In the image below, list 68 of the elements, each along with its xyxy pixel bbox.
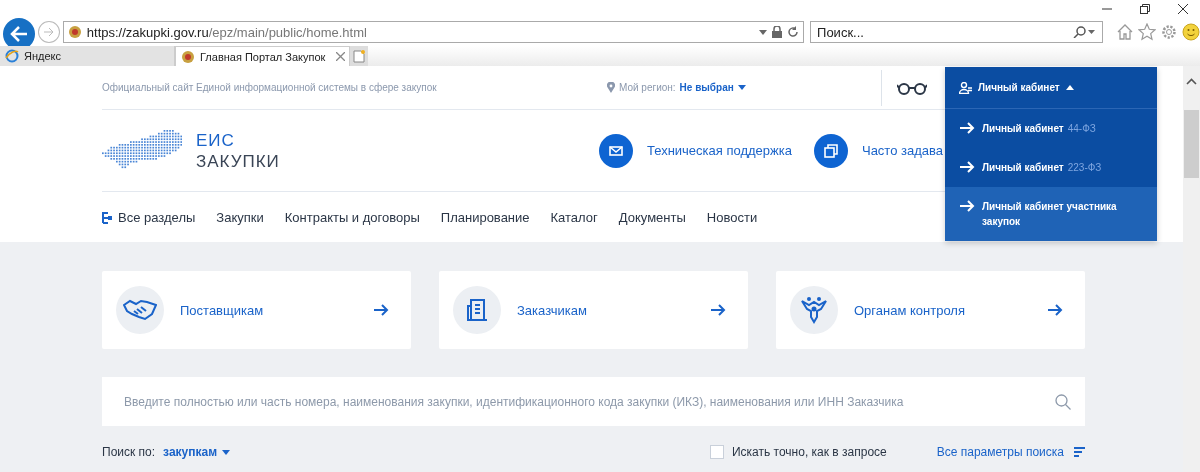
- lock-icon: [772, 26, 783, 38]
- restore-icon[interactable]: [1140, 4, 1150, 14]
- nav-link[interactable]: Планирование: [440, 209, 530, 225]
- arrow-right-icon: [959, 161, 975, 173]
- nav-link[interactable]: Контракты и договоры: [284, 209, 420, 225]
- address-bar[interactable]: https://zakupki.gov.ru/epz/main/public/home.html: [62, 21, 805, 43]
- search-by-dropdown[interactable]: закупкам: [163, 445, 231, 459]
- search-field[interactable]: Введите полностью или часть номера, наименования закупки, идентификационного кода закупки (ИКЗ), наименования или ИНН Заказчика: [102, 377, 1085, 426]
- nav-link[interactable]: Документы: [618, 209, 686, 225]
- browser-tab[interactable]: Главная Портал Закупок: [175, 46, 350, 66]
- new-page-icon: [353, 49, 365, 63]
- caret-down-icon[interactable]: [737, 85, 746, 90]
- arrow-right-icon: [710, 304, 726, 316]
- exact-checkbox[interactable]: [709, 445, 724, 459]
- scroll-up-icon[interactable]: [1186, 78, 1197, 85]
- site-tagline: Официальный сайт Единой информационной системы в сфере закупок: [102, 82, 438, 93]
- nav-link[interactable]: Каталог: [550, 209, 598, 225]
- arrow-right-icon: [373, 304, 389, 316]
- glasses-icon[interactable]: [897, 80, 927, 95]
- home-icon[interactable]: [1116, 23, 1134, 41]
- site-logo[interactable]: ЕИС ЗАКУПКИ: [196, 129, 280, 172]
- arrow-right-icon: [959, 200, 975, 212]
- search-icon[interactable]: [1072, 26, 1096, 38]
- browser-tab[interactable]: Яндекс: [0, 46, 175, 66]
- sections-icon: [102, 210, 113, 224]
- handshake-icon: [123, 299, 157, 321]
- account-menu-item[interactable]: Личный кабинет участника закупок: [945, 187, 1157, 241]
- mail-icon: [609, 145, 623, 156]
- emblem-icon: [181, 49, 195, 64]
- header-link[interactable]: Техническая поддержка: [599, 133, 792, 168]
- arrow-right-icon: [1047, 304, 1063, 316]
- dropdown-caret-icon[interactable]: [759, 29, 768, 35]
- user-icon: [959, 81, 972, 94]
- arrow-right-icon: [42, 27, 55, 37]
- emblem-icon: [67, 25, 82, 39]
- category-card[interactable]: Органам контроля: [776, 271, 1085, 349]
- caret-icon: [1065, 85, 1074, 90]
- filter-lines-icon: [1074, 447, 1085, 457]
- new-tab-button[interactable]: [350, 46, 368, 66]
- header-link[interactable]: Часто задава: [813, 133, 943, 168]
- nav-link[interactable]: Новости: [706, 209, 758, 225]
- copy-icon: [823, 143, 838, 158]
- category-card[interactable]: Поставщикам: [102, 271, 411, 349]
- settings-icon[interactable]: [1160, 23, 1178, 41]
- account-menu-button[interactable]: Личный кабинет: [945, 67, 1157, 109]
- category-card[interactable]: Заказчикам: [439, 271, 748, 349]
- all-parameters-link[interactable]: Все параметры поиска: [936, 445, 1085, 459]
- close-icon[interactable]: [1178, 4, 1188, 14]
- arrow-right-icon: [959, 122, 975, 134]
- region-selector[interactable]: Не выбран: [679, 82, 734, 93]
- smiley-icon[interactable]: [1182, 23, 1200, 41]
- location-pin-icon: [607, 82, 615, 93]
- nav-link[interactable]: Все разделы: [102, 209, 196, 225]
- exact-label: Искать точно, как в запросе: [731, 445, 887, 459]
- close-tab-icon[interactable]: [336, 52, 345, 61]
- star-icon[interactable]: [1138, 23, 1156, 41]
- scrollbar-thumb[interactable]: [1184, 110, 1199, 178]
- region-label: Мой регион:: [619, 82, 676, 93]
- document-building-icon: [466, 298, 488, 322]
- browser-logo-icon: [5, 49, 19, 63]
- browser-search-field[interactable]: Поиск...: [810, 21, 1103, 43]
- refresh-icon[interactable]: [787, 26, 800, 38]
- arrow-left-icon: [9, 26, 28, 42]
- nav-link[interactable]: Закупки: [216, 209, 264, 225]
- caret-down-icon: [222, 449, 231, 455]
- search-by-label: Поиск по:: [102, 445, 156, 459]
- account-menu-item[interactable]: Личный кабинет 44-ФЗ: [945, 109, 1157, 148]
- account-menu-item[interactable]: Личный кабинет 223-ФЗ: [945, 148, 1157, 187]
